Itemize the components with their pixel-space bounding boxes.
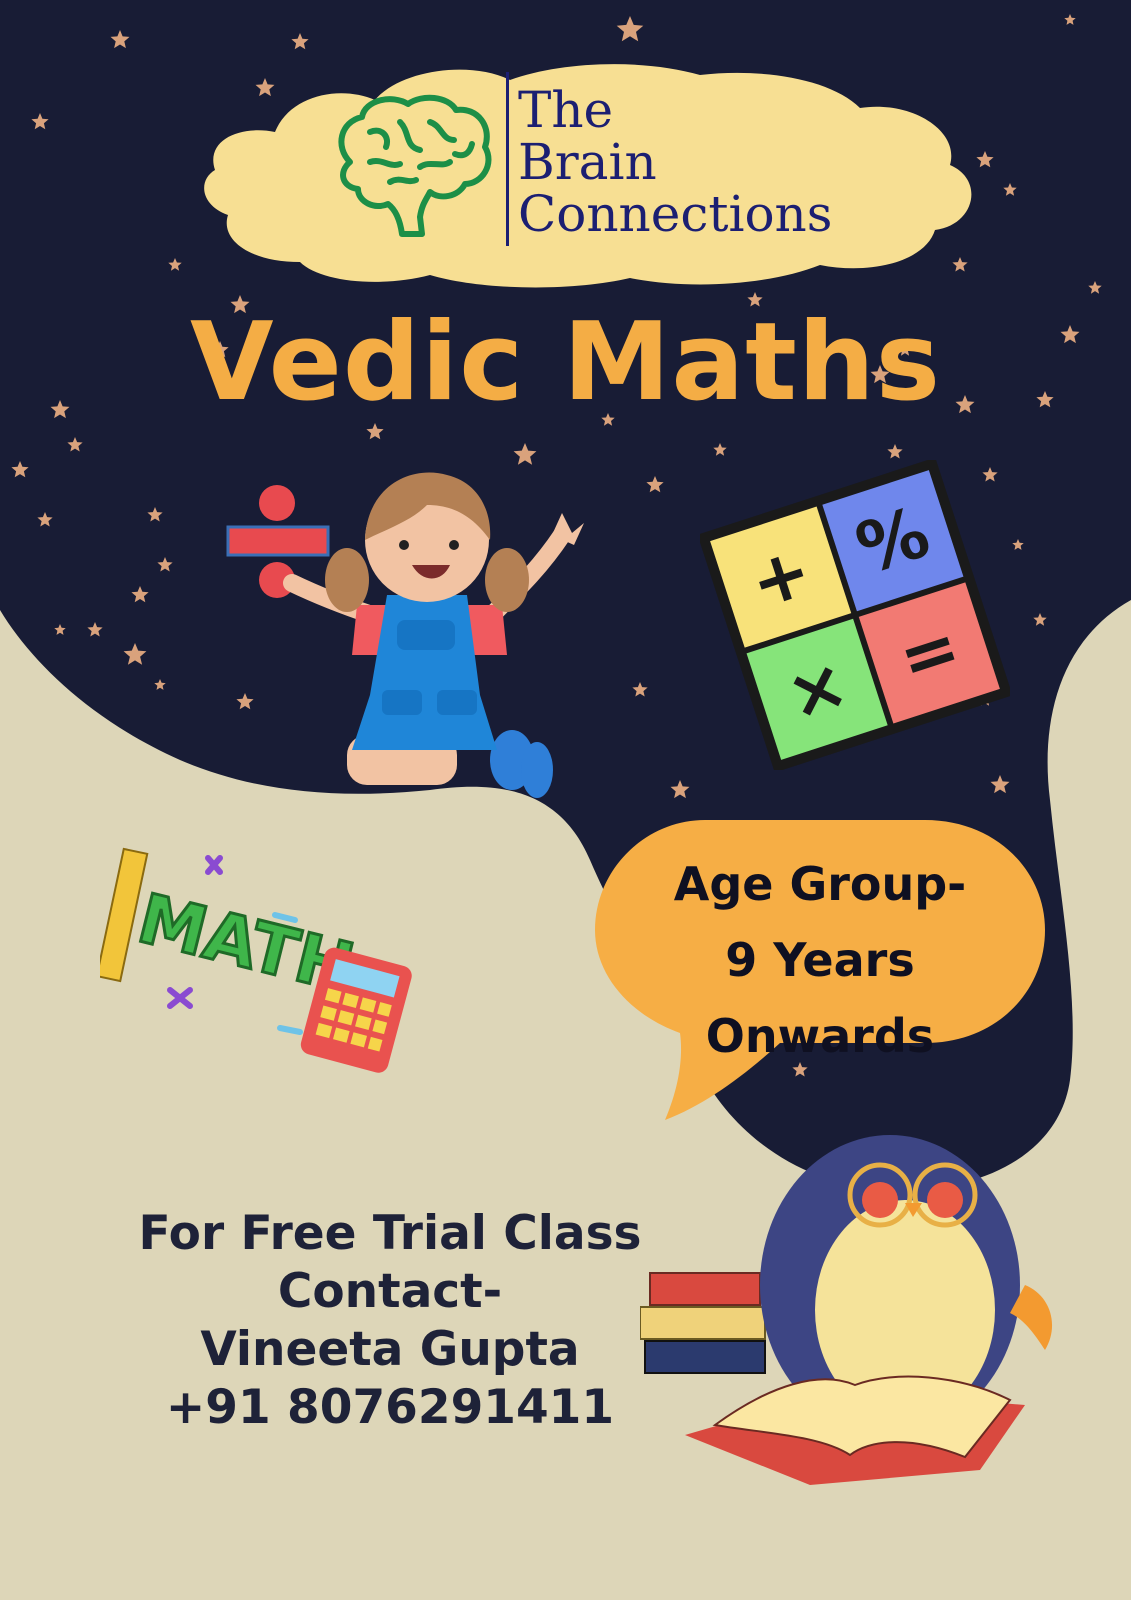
brand-line-brain: Brain bbox=[518, 133, 657, 191]
age-group-line-1: Age Group- bbox=[673, 857, 967, 911]
page-title: Vedic Maths bbox=[189, 300, 942, 425]
poster: The Brain Connections Vedic Maths + % × … bbox=[0, 0, 1131, 1600]
brain-icon bbox=[338, 94, 492, 237]
age-group-text: Age Group- 9 Years Onwards bbox=[620, 846, 1020, 1074]
contact-line-trial: For Free Trial Class bbox=[138, 1206, 642, 1261]
math-sticker-icon: MATH bbox=[100, 847, 412, 1073]
brand-line-the: The bbox=[518, 81, 614, 139]
brand-line-connections: Connections bbox=[518, 185, 833, 243]
contact-line-label: Contact- bbox=[277, 1264, 503, 1319]
age-group-line-3: Onwards bbox=[705, 1009, 935, 1063]
logo-divider bbox=[506, 72, 509, 246]
contact-name: Vineeta Gupta bbox=[200, 1322, 580, 1377]
age-group-line-2: 9 Years bbox=[725, 933, 915, 987]
math-operators-grid-icon: + % × = bbox=[700, 460, 1010, 770]
contact-info: For Free Trial Class Contact- Vineeta Gu… bbox=[40, 1205, 740, 1437]
brand-logo-text: The Brain Connections bbox=[518, 84, 832, 240]
contact-phone[interactable]: +91 8076291411 bbox=[40, 1379, 740, 1437]
girl-with-divide-sign-icon bbox=[226, 472, 584, 798]
